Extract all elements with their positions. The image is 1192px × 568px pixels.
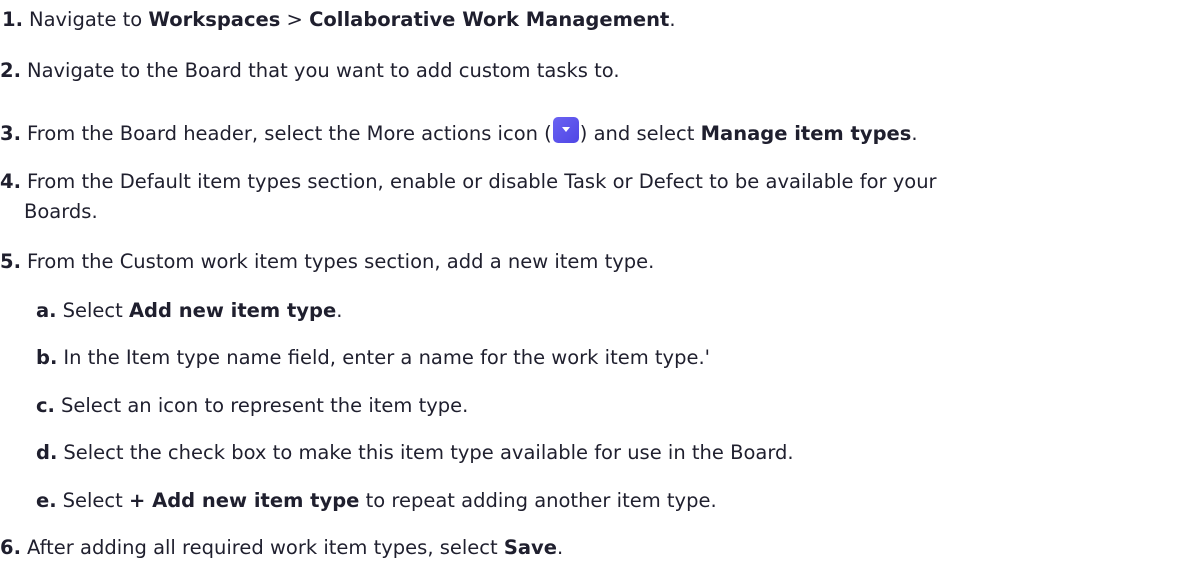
add-new-item-type-label: Add new item type — [128, 299, 337, 322]
substep-letter: e. — [36, 489, 57, 512]
step-text: . — [557, 536, 564, 559]
step-number: 6. — [0, 536, 21, 559]
substep-d: d. Select the check box to make this item… — [36, 440, 794, 466]
substep-letter: c. — [36, 394, 55, 417]
substep-text: . — [336, 299, 343, 322]
step-text: . — [911, 122, 918, 145]
substep-letter: a. — [36, 299, 57, 322]
plus-add-new-item-type-label: + Add new item type — [129, 489, 360, 512]
step-number: 3. — [0, 122, 21, 145]
substep-letter: d. — [36, 441, 58, 464]
step-4-continuation: Boards. — [24, 199, 98, 225]
substep-b: b. In the Item type name field, enter a n… — [36, 345, 710, 371]
more-actions-chevron-icon — [552, 117, 579, 143]
step-3: 3. From the Board header, select the More… — [0, 117, 918, 147]
collaborative-work-management-label: Collaborative Work Management — [309, 8, 670, 31]
substep-text: In the Item type name field, enter a nam… — [63, 346, 711, 369]
step-number: 5. — [0, 250, 21, 273]
step-5: 5. From the Custom work item types sectio… — [0, 249, 654, 275]
step-text: From the Board header, select the More a… — [26, 122, 552, 145]
save-label: Save — [503, 536, 557, 559]
step-text: Boards. — [24, 200, 98, 223]
step-text: Navigate to the Board that you want to a… — [26, 59, 620, 82]
step-text: From the Default item types section, ena… — [26, 170, 937, 193]
step-text: > — [280, 8, 310, 31]
step-text: Navigate to — [28, 8, 149, 31]
substep-a: a. Select Add new item type. — [36, 298, 342, 324]
substep-letter: b. — [36, 346, 58, 369]
step-text: . — [669, 8, 676, 31]
substep-text: to repeat adding another item type. — [359, 489, 717, 512]
substep-text: Select an icon to represent the item typ… — [60, 394, 469, 417]
step-text: From the Custom work item types section,… — [26, 250, 655, 273]
substep-c: c. Select an icon to represent the item t… — [36, 393, 468, 419]
substep-text: Select the check box to make this item t… — [63, 441, 794, 464]
step-2: 2. Navigate to the Board that you want to… — [0, 58, 620, 84]
step-1: 1. Navigate to Workspaces > Collaborative… — [2, 7, 676, 33]
step-6: 6. After adding all required work item ty… — [0, 535, 563, 561]
step-number: 2. — [0, 59, 21, 82]
substep-text: Select — [62, 299, 129, 322]
step-text: After adding all required work item type… — [26, 536, 504, 559]
workspaces-label: Workspaces — [148, 8, 281, 31]
instruction-list: 1. Navigate to Workspaces > Collaborative… — [0, 0, 1192, 568]
step-number: 4. — [0, 170, 21, 193]
manage-item-types-label: Manage item types — [700, 122, 912, 145]
step-4: 4. From the Default item types section, e… — [0, 169, 937, 195]
step-number: 1. — [2, 8, 23, 31]
step-text: ) and select — [579, 122, 701, 145]
substep-text: Select — [62, 489, 129, 512]
substep-e: e. Select + Add new item type to repeat a… — [36, 488, 717, 514]
